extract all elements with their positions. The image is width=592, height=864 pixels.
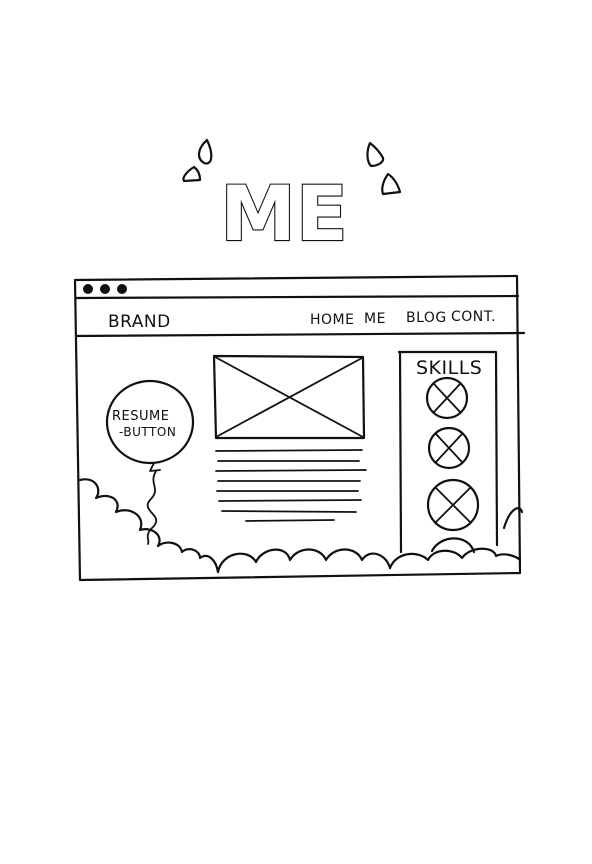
balloon-label-line2: -BUTTON: [119, 425, 176, 439]
text-line: [245, 519, 335, 522]
skills-heading: SKILLS: [416, 357, 482, 379]
sparkle-drop-right-top-icon: [366, 141, 385, 168]
skill-item: [425, 376, 469, 420]
clouds: [78, 478, 524, 574]
skill-cross-icon: [435, 487, 471, 523]
resume-balloon: RESUME -BUTTON: [105, 379, 195, 545]
brand-logo: BRAND: [108, 312, 171, 332]
cloud-bottom: [216, 548, 392, 574]
skills-panel: [397, 350, 499, 554]
cloud-left: [78, 478, 220, 574]
window-dot-minimize-icon: [100, 284, 110, 294]
sparkle-drop-left-bottom-icon: [182, 165, 202, 183]
text-block-placeholder: [215, 449, 367, 522]
text-line: [221, 510, 357, 513]
nav-link-me: ME: [364, 311, 386, 327]
text-line: [215, 469, 367, 472]
sparkle-drop-right-bottom-icon: [381, 172, 402, 196]
skill-badge-partial-icon: [430, 537, 476, 554]
skill-cross-icon: [435, 433, 463, 463]
image-placeholder: [212, 354, 366, 440]
skill-cross-icon: [433, 383, 461, 413]
nav-link-contact: CONT.: [451, 309, 496, 325]
nav-link-blog: BLOG: [406, 310, 447, 326]
text-line: [218, 499, 362, 502]
title-group: ME: [182, 138, 402, 259]
nav-link-home: HOME: [310, 312, 354, 328]
window-dot-maximize-icon: [117, 284, 127, 294]
wireframe-sketch: ME BRAND HOME ME BLOG CONT. RESUME -BUTT…: [73, 138, 526, 582]
balloon-label-line1: RESUME: [112, 409, 169, 424]
skill-item: [426, 478, 480, 532]
skill-item: [427, 426, 471, 470]
text-line: [215, 449, 363, 452]
window-dot-close-icon: [83, 284, 93, 294]
skills-sidebar: SKILLS: [397, 350, 499, 554]
sparkle-drop-left-top-icon: [197, 138, 213, 165]
browser-titlebar-divider: [74, 294, 520, 300]
browser-navbar-divider: [74, 331, 526, 338]
window-controls: [83, 284, 127, 294]
image-cross-icon: [214, 356, 364, 438]
page-title: ME: [220, 169, 348, 258]
